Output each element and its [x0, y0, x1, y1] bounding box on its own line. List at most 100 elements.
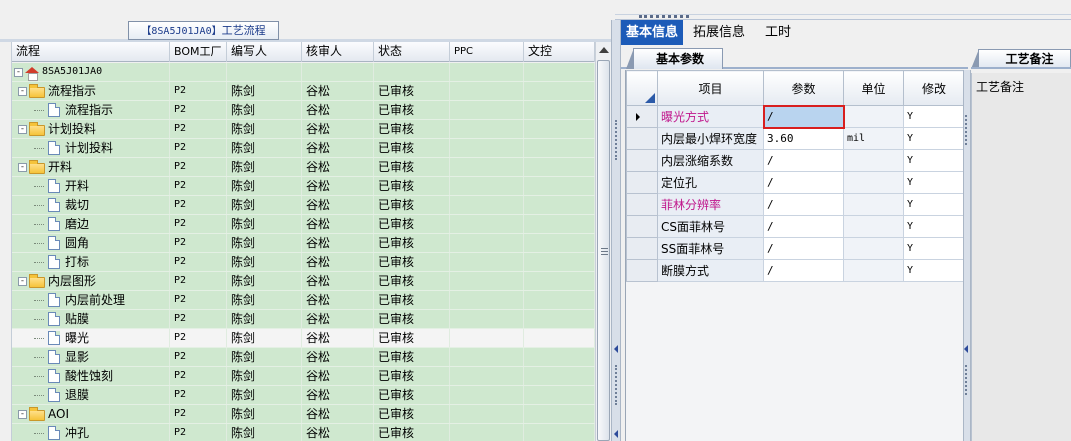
param-value[interactable]: / [763, 237, 844, 260]
param-value[interactable]: / [763, 171, 844, 194]
collapse-toggle-icon[interactable]: - [18, 276, 27, 286]
tree-row[interactable]: 计划投料 P2 陈剑 谷松 已审核 [12, 139, 595, 158]
tree-node[interactable]: 圆角 [12, 234, 170, 252]
tree-row[interactable]: 开料 P2 陈剑 谷松 已审核 [12, 177, 595, 196]
tree-row[interactable]: - 8SA5J01JA0 [12, 63, 595, 82]
row-header[interactable] [626, 105, 658, 128]
tree-node[interactable]: - 开料 [12, 158, 170, 176]
tree-row[interactable]: - AOI P2 陈剑 谷松 已审核 [12, 405, 595, 424]
tree-row[interactable]: 曝光 P2 陈剑 谷松 已审核 [12, 329, 595, 348]
collapse-toggle-icon[interactable]: - [14, 67, 23, 77]
tree-node[interactable]: 内层前处理 [12, 291, 170, 309]
param-value[interactable]: / [763, 149, 844, 172]
tab-drag-handle[interactable] [639, 15, 689, 20]
grid-header-item[interactable]: 项目 [657, 70, 764, 106]
panel-splitter[interactable] [611, 20, 621, 441]
tree-node[interactable]: - 计划投料 [12, 120, 170, 138]
param-value[interactable]: / [762, 104, 845, 129]
param-row[interactable]: 曝光方式 / Y [626, 104, 965, 129]
collapse-remarks-icon[interactable] [964, 345, 968, 353]
tree-row[interactable]: 圆角 P2 陈剑 谷松 已审核 [12, 234, 595, 253]
tree-node[interactable]: 曝光 [12, 329, 170, 347]
row-header[interactable] [626, 237, 658, 260]
tree-row[interactable]: 冲孔 P2 陈剑 谷松 已审核 [12, 424, 595, 441]
grid-header-modify[interactable]: 修改 [903, 70, 965, 106]
tree-node[interactable]: 计划投料 [12, 139, 170, 157]
tree-node[interactable]: 打标 [12, 253, 170, 271]
param-value[interactable]: / [763, 193, 844, 216]
param-row[interactable]: 定位孔 / Y [626, 171, 965, 194]
tree-row[interactable]: - 流程指示 P2 陈剑 谷松 已审核 [12, 82, 595, 101]
right-splitter[interactable] [963, 70, 971, 441]
tree-row[interactable]: - 内层图形 P2 陈剑 谷松 已审核 [12, 272, 595, 291]
tree-node[interactable]: - 内层图形 [12, 272, 170, 290]
grid-header-value[interactable]: 参数 [763, 70, 844, 106]
tree-node[interactable]: 贴膜 [12, 310, 170, 328]
collapse-toggle-icon[interactable]: - [18, 124, 27, 134]
tree-row[interactable]: - 计划投料 P2 陈剑 谷松 已审核 [12, 120, 595, 139]
param-row[interactable]: 内层涨缩系数 / Y [626, 149, 965, 172]
tree-node[interactable]: 冲孔 [12, 424, 170, 441]
tree-scrollbar[interactable] [595, 42, 611, 441]
param-row[interactable]: 断膜方式 / Y [626, 259, 965, 282]
row-header[interactable] [626, 149, 658, 172]
tab-extended-info[interactable]: 拓展信息 [688, 20, 750, 45]
tab-work-hours[interactable]: 工时 [760, 20, 796, 45]
tree-row[interactable]: 流程指示 P2 陈剑 谷松 已审核 [12, 101, 595, 120]
row-header[interactable] [626, 259, 658, 282]
tree-row[interactable]: 酸性蚀刻 P2 陈剑 谷松 已审核 [12, 367, 595, 386]
grid-header-unit[interactable]: 单位 [843, 70, 904, 106]
param-row[interactable]: 内层最小焊环宽度 3.60 mil Y [626, 127, 965, 150]
tab-process-remarks[interactable]: 工艺备注 [971, 49, 1071, 69]
tree-node[interactable]: 裁切 [12, 196, 170, 214]
tree-row[interactable]: 打标 P2 陈剑 谷松 已审核 [12, 253, 595, 272]
select-all-icon[interactable] [645, 93, 655, 103]
tree-node[interactable]: 退膜 [12, 386, 170, 404]
collapse-toggle-icon[interactable]: - [18, 162, 27, 172]
col-header-flow[interactable]: 流程 [12, 42, 170, 62]
tree-row[interactable]: 贴膜 P2 陈剑 谷松 已审核 [12, 310, 595, 329]
tree-row[interactable]: 显影 P2 陈剑 谷松 已审核 [12, 348, 595, 367]
col-header-doc-control[interactable]: 文控 [524, 42, 595, 62]
tree-row[interactable]: 裁切 P2 陈剑 谷松 已审核 [12, 196, 595, 215]
col-header-writer[interactable]: 编写人 [227, 42, 302, 62]
writer-cell: 陈剑 [227, 234, 302, 252]
folder-icon [29, 159, 45, 174]
tree-node[interactable]: 开料 [12, 177, 170, 195]
doc-control-cell [524, 310, 595, 328]
tree-node[interactable]: 显影 [12, 348, 170, 366]
tree-row[interactable]: 退膜 P2 陈剑 谷松 已审核 [12, 386, 595, 405]
tree-node[interactable]: 流程指示 [12, 101, 170, 119]
tab-basic-info[interactable]: 基本信息 [621, 20, 684, 45]
collapse-toggle-icon[interactable]: - [18, 409, 27, 419]
col-header-status[interactable]: 状态 [374, 42, 450, 62]
tree-node[interactable]: - 流程指示 [12, 82, 170, 100]
param-row[interactable]: CS面菲林号 / Y [626, 215, 965, 238]
tree-node[interactable]: - 8SA5J01JA0 [12, 63, 170, 81]
tree-row[interactable]: 磨边 P2 陈剑 谷松 已审核 [12, 215, 595, 234]
scrollbar-thumb[interactable] [597, 60, 610, 441]
remarks-panel[interactable]: 工艺备注 [971, 73, 1071, 441]
param-value[interactable]: 3.60 [763, 127, 844, 150]
param-value[interactable]: / [763, 215, 844, 238]
tree-row[interactable]: 内层前处理 P2 陈剑 谷松 已审核 [12, 291, 595, 310]
collapse-left-icon[interactable] [614, 345, 618, 353]
collapse-left-icon-2[interactable] [614, 430, 618, 438]
tab-basic-params[interactable]: 基本参数 [626, 48, 723, 69]
collapse-toggle-icon[interactable]: - [18, 86, 27, 96]
param-row[interactable]: 菲林分辨率 / Y [626, 193, 965, 216]
param-row[interactable]: SS面菲林号 / Y [626, 237, 965, 260]
tree-node[interactable]: 酸性蚀刻 [12, 367, 170, 385]
col-header-reviewer[interactable]: 核审人 [302, 42, 374, 62]
tree-node[interactable]: - AOI [12, 405, 170, 423]
row-header[interactable] [626, 127, 658, 150]
row-header[interactable] [626, 215, 658, 238]
tree-row[interactable]: - 开料 P2 陈剑 谷松 已审核 [12, 158, 595, 177]
col-header-ppc[interactable]: PPC [450, 42, 524, 62]
row-header[interactable] [626, 193, 658, 216]
col-header-bom[interactable]: BOM工厂 [170, 42, 227, 62]
tree-node[interactable]: 磨边 [12, 215, 170, 233]
param-value[interactable]: / [763, 259, 844, 282]
row-header[interactable] [626, 171, 658, 194]
scroll-up-icon[interactable] [599, 47, 609, 53]
